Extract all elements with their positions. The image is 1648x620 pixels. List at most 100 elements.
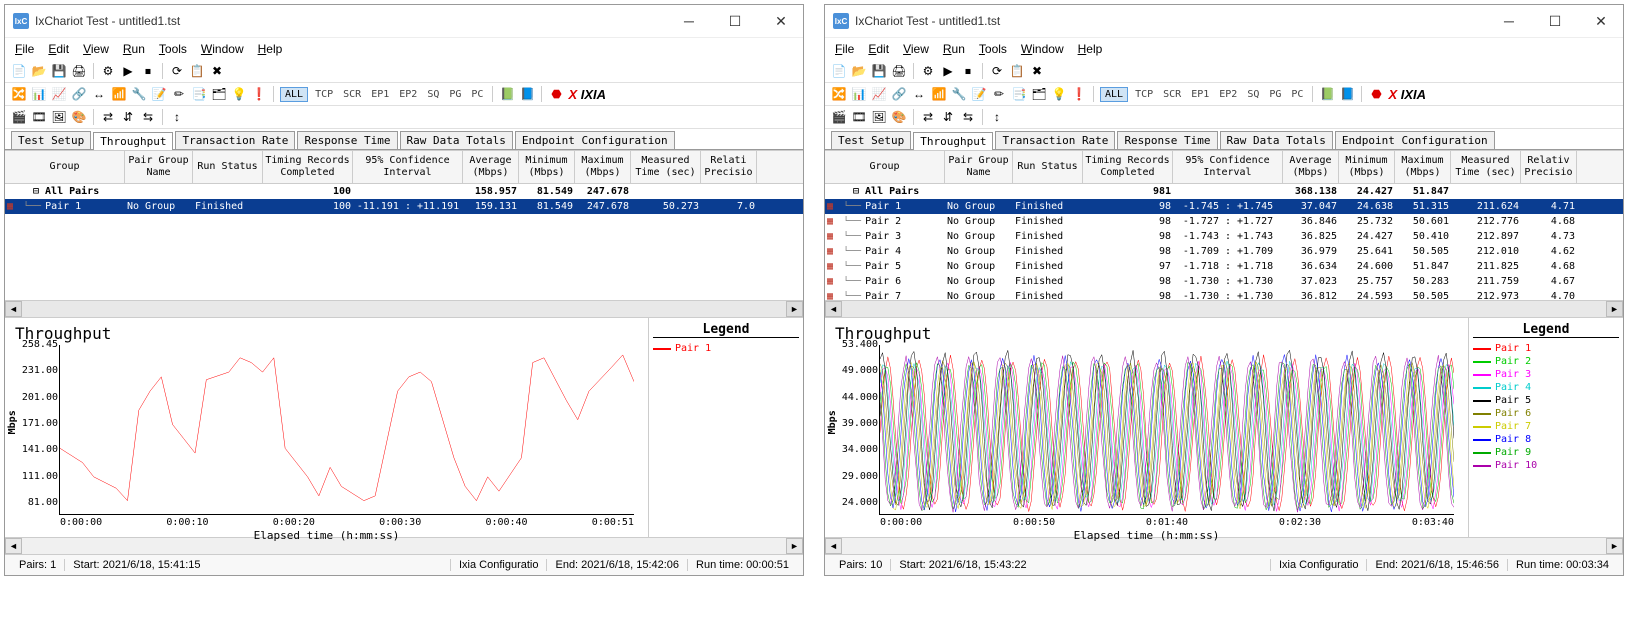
- close-button[interactable]: ✕: [767, 11, 795, 31]
- stop-icon[interactable]: ⏹: [960, 63, 976, 79]
- tb3-icon-7[interactable]: ⇆: [140, 109, 156, 125]
- print-icon[interactable]: 🖨: [71, 63, 87, 79]
- mode-pg-button[interactable]: PG: [446, 88, 464, 101]
- tb2-icon-10[interactable]: 🗂: [1031, 86, 1047, 102]
- tb3-icon-2[interactable]: 🖼: [871, 109, 887, 125]
- mode-tcp-button[interactable]: TCP: [312, 88, 336, 101]
- tb3-icon-9[interactable]: ↕: [989, 109, 1005, 125]
- maximize-button[interactable]: ☐: [721, 11, 749, 31]
- col-header[interactable]: Maximum(Mbps): [575, 151, 631, 183]
- tb3-icon-5[interactable]: ⇄: [100, 109, 116, 125]
- allpairs-row[interactable]: ⊟ All Pairs 100 158.957 81.549 247.678: [5, 184, 803, 199]
- stop-icon[interactable]: ⏹: [140, 63, 156, 79]
- new-icon[interactable]: 📄: [11, 63, 27, 79]
- tab-throughput[interactable]: Throughput: [913, 132, 993, 150]
- allpairs-row[interactable]: ⊟ All Pairs 981 368.138 24.427 51.847: [825, 184, 1623, 199]
- tb-extra2-icon[interactable]: 📘: [519, 86, 535, 102]
- col-header[interactable]: MeasuredTime (sec): [1451, 151, 1521, 183]
- table-row[interactable]: └──Pair 4 No Group Finished 98 -1.709 : …: [825, 244, 1623, 259]
- menu-file[interactable]: File: [835, 42, 854, 56]
- tab-response-time[interactable]: Response Time: [1117, 131, 1217, 149]
- copy-icon[interactable]: 📋: [189, 63, 205, 79]
- tb2-icon-4[interactable]: ↔: [911, 86, 927, 102]
- scroll-right-icon[interactable]: ►: [1606, 301, 1623, 317]
- tb3-icon-3[interactable]: 🎨: [71, 109, 87, 125]
- menu-help[interactable]: Help: [258, 42, 283, 56]
- settings-icon[interactable]: ⚙: [920, 63, 936, 79]
- tab-transaction-rate[interactable]: Transaction Rate: [175, 131, 295, 149]
- scroll-right-icon[interactable]: ►: [786, 301, 803, 317]
- menu-file[interactable]: File: [15, 42, 34, 56]
- col-header[interactable]: 95% ConfidenceInterval: [353, 151, 463, 183]
- open-icon[interactable]: 📂: [31, 63, 47, 79]
- open-icon[interactable]: 📂: [851, 63, 867, 79]
- tb3-icon-0[interactable]: 🎬: [831, 109, 847, 125]
- menu-edit[interactable]: Edit: [48, 42, 69, 56]
- tb2-icon-9[interactable]: 📑: [191, 86, 207, 102]
- col-header[interactable]: Timing RecordsCompleted: [1083, 151, 1173, 183]
- mode-ep2-button[interactable]: EP2: [1216, 88, 1240, 101]
- col-header[interactable]: Average(Mbps): [1283, 151, 1339, 183]
- table-row[interactable]: └──Pair 1 No Group Finished 100 -11.191 …: [5, 199, 803, 214]
- close-button[interactable]: ✕: [1587, 11, 1615, 31]
- mode-sq-button[interactable]: SQ: [424, 88, 442, 101]
- tb2-icon-8[interactable]: ✏: [171, 86, 187, 102]
- mode-pc-button[interactable]: PC: [468, 88, 486, 101]
- tb2-icon-2[interactable]: 📈: [51, 86, 67, 102]
- scroll-left-icon[interactable]: ◄: [5, 301, 22, 317]
- tb3-icon-6[interactable]: ⇵: [940, 109, 956, 125]
- print-icon[interactable]: 🖨: [891, 63, 907, 79]
- mode-tcp-button[interactable]: TCP: [1132, 88, 1156, 101]
- settings-icon[interactable]: ⚙: [100, 63, 116, 79]
- h-scrollbar[interactable]: ◄ ►: [5, 300, 803, 317]
- table-row[interactable]: └──Pair 7 No Group Finished 98 -1.730 : …: [825, 289, 1623, 300]
- scroll-left-icon[interactable]: ◄: [825, 301, 842, 317]
- grid-body[interactable]: ⊟ All Pairs 981 368.138 24.427 51.847 └─…: [825, 184, 1623, 300]
- table-row[interactable]: └──Pair 5 No Group Finished 97 -1.718 : …: [825, 259, 1623, 274]
- copy-icon[interactable]: 📋: [1009, 63, 1025, 79]
- minimize-button[interactable]: ─: [675, 11, 703, 31]
- tb3-icon-7[interactable]: ⇆: [960, 109, 976, 125]
- tb2-icon-5[interactable]: 📶: [111, 86, 127, 102]
- tb2-icon-10[interactable]: 🗂: [211, 86, 227, 102]
- mode-all-button[interactable]: ALL: [280, 87, 308, 102]
- mode-pg-button[interactable]: PG: [1266, 88, 1284, 101]
- mode-ep2-button[interactable]: EP2: [396, 88, 420, 101]
- tb3-icon-5[interactable]: ⇄: [920, 109, 936, 125]
- tb2-icon-6[interactable]: 🔧: [951, 86, 967, 102]
- menu-help[interactable]: Help: [1078, 42, 1103, 56]
- mode-pc-button[interactable]: PC: [1288, 88, 1306, 101]
- col-header[interactable]: Run Status: [193, 151, 263, 183]
- col-header[interactable]: Average(Mbps): [463, 151, 519, 183]
- tb3-icon-9[interactable]: ↕: [169, 109, 185, 125]
- tb2-icon-12[interactable]: ❗: [1071, 86, 1087, 102]
- tb2-icon-2[interactable]: 📈: [871, 86, 887, 102]
- menu-window[interactable]: Window: [1021, 42, 1064, 56]
- delete-icon[interactable]: ✖: [1029, 63, 1045, 79]
- delete-icon[interactable]: ✖: [209, 63, 225, 79]
- tb2-icon-5[interactable]: 📶: [931, 86, 947, 102]
- run-icon[interactable]: ▶: [120, 63, 136, 79]
- grid-body[interactable]: ⊟ All Pairs 100 158.957 81.549 247.678 └…: [5, 184, 803, 300]
- tab-throughput[interactable]: Throughput: [93, 132, 173, 150]
- menu-tools[interactable]: Tools: [159, 42, 187, 56]
- tab-response-time[interactable]: Response Time: [297, 131, 397, 149]
- tb3-icon-3[interactable]: 🎨: [891, 109, 907, 125]
- tab-endpoint-configuration[interactable]: Endpoint Configuration: [1335, 131, 1495, 149]
- tab-test-setup[interactable]: Test Setup: [831, 131, 911, 149]
- tb2-icon-1[interactable]: 📊: [31, 86, 47, 102]
- mode-sq-button[interactable]: SQ: [1244, 88, 1262, 101]
- col-header[interactable]: Timing RecordsCompleted: [263, 151, 353, 183]
- col-header[interactable]: MeasuredTime (sec): [631, 151, 701, 183]
- tb2-icon-11[interactable]: 💡: [1051, 86, 1067, 102]
- menu-run[interactable]: Run: [123, 42, 145, 56]
- menu-view[interactable]: View: [83, 42, 109, 56]
- tab-raw-data-totals[interactable]: Raw Data Totals: [400, 131, 513, 149]
- col-header[interactable]: RelativPrecisio: [1521, 151, 1577, 183]
- stop-red-icon[interactable]: ⬣: [1368, 86, 1384, 102]
- table-row[interactable]: └──Pair 6 No Group Finished 98 -1.730 : …: [825, 274, 1623, 289]
- new-icon[interactable]: 📄: [831, 63, 847, 79]
- menu-edit[interactable]: Edit: [868, 42, 889, 56]
- run-icon[interactable]: ▶: [940, 63, 956, 79]
- col-header[interactable]: Pair GroupName: [125, 151, 193, 183]
